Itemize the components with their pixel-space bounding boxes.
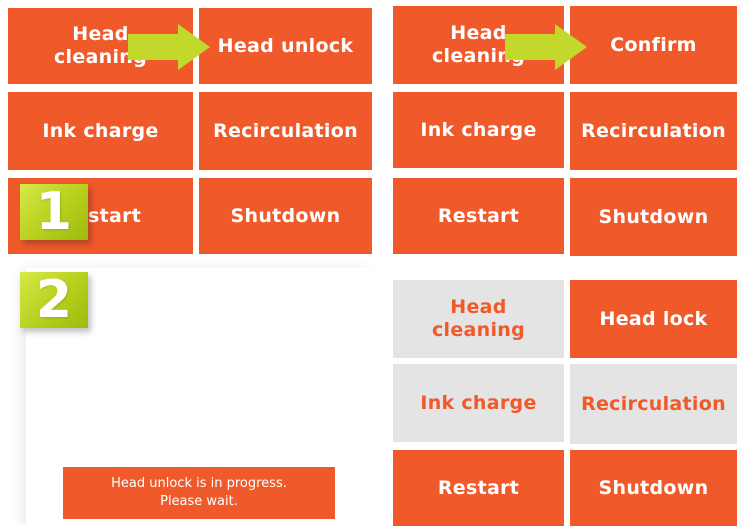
right-arrow-icon: [128, 24, 210, 70]
ink-charge-button[interactable]: Ink charge: [393, 92, 564, 168]
progress-message: Head unlock is in progress. Please wait.: [63, 467, 335, 519]
step-1-badge: 1: [20, 182, 88, 242]
restart-button[interactable]: Restart: [393, 450, 564, 526]
head-unlock-button[interactable]: Head unlock: [199, 8, 372, 84]
right-arrow-icon: [505, 24, 587, 70]
shutdown-button[interactable]: Shutdown: [570, 450, 737, 526]
ink-charge-button-disabled: Ink charge: [393, 364, 564, 442]
confirm-button[interactable]: Confirm: [570, 6, 737, 84]
head-cleaning-button-disabled: Head cleaning: [393, 280, 564, 358]
shutdown-button[interactable]: Shutdown: [199, 178, 372, 254]
recirculation-button[interactable]: Recirculation: [570, 92, 737, 170]
recirculation-button[interactable]: Recirculation: [199, 92, 372, 170]
recirculation-button-disabled: Recirculation: [570, 364, 737, 444]
step-2-badge: 2: [20, 270, 88, 330]
head-lock-button[interactable]: Head lock: [570, 280, 737, 358]
ink-charge-button[interactable]: Ink charge: [8, 92, 193, 170]
restart-button[interactable]: Restart: [393, 178, 564, 254]
shutdown-button[interactable]: Shutdown: [570, 178, 737, 256]
